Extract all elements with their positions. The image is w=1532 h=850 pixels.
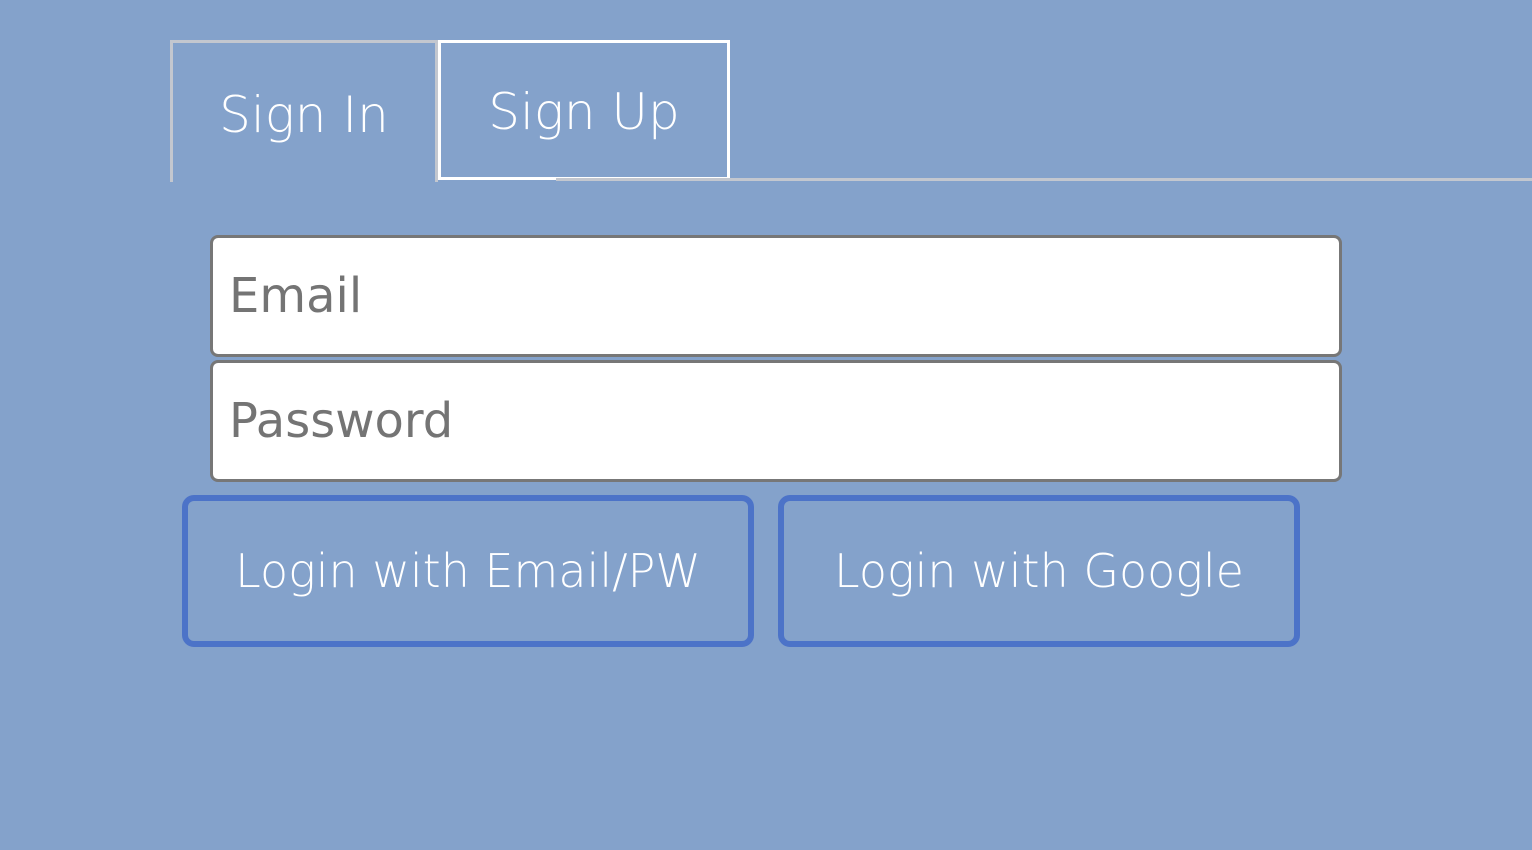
login-google-button[interactable]: Login with Google (778, 495, 1300, 647)
email-input[interactable] (210, 235, 1342, 357)
tab-divider-line (556, 178, 1532, 181)
tab-sign-up-label: Sign Up (488, 83, 680, 141)
login-email-button[interactable]: Login with Email/PW (182, 495, 754, 647)
auth-tabs: Sign In Sign Up (170, 40, 1382, 182)
tab-sign-in[interactable]: Sign In (170, 40, 438, 182)
tab-sign-up[interactable]: Sign Up (438, 40, 730, 180)
tab-sign-in-label: Sign In (219, 85, 389, 144)
password-input[interactable] (210, 360, 1342, 482)
